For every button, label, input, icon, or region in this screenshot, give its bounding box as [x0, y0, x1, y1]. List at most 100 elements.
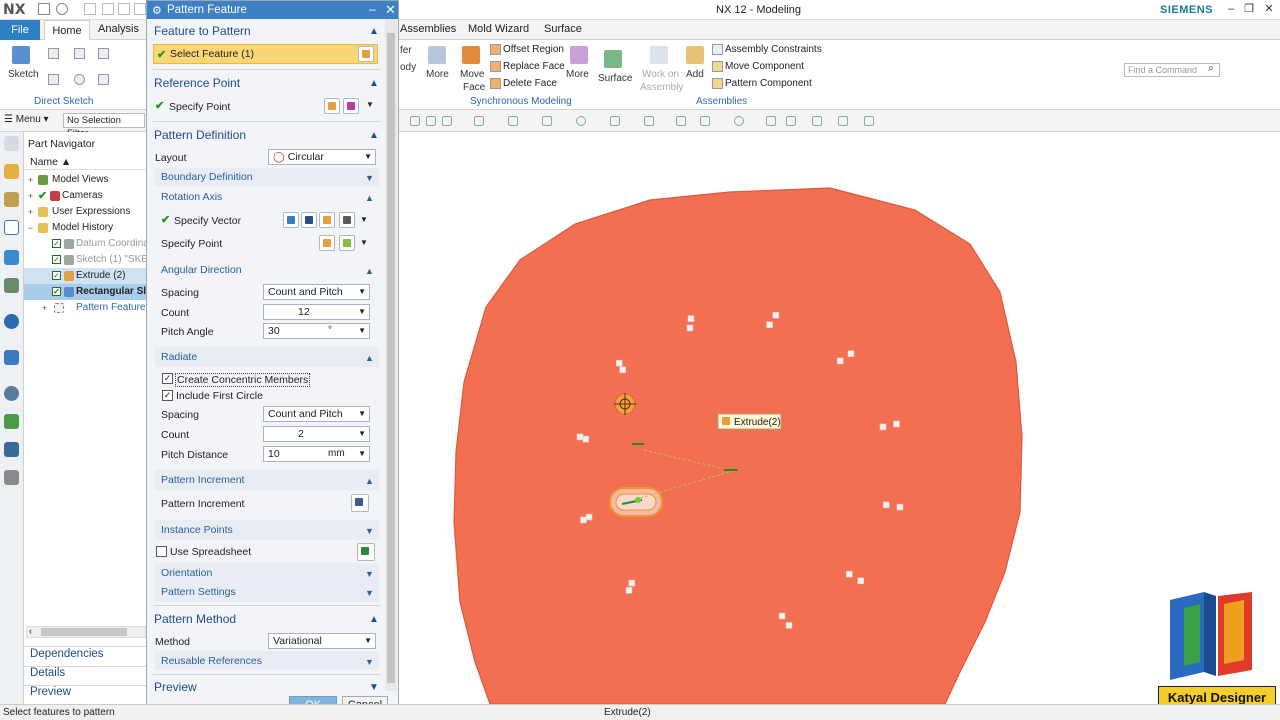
move-face-label-2[interactable]: Face — [463, 82, 485, 93]
minimize-icon[interactable]: – — [1224, 2, 1238, 16]
constraint-navigator-icon[interactable] — [4, 192, 19, 207]
chevron-down-icon[interactable]: ▼ — [369, 682, 379, 693]
palette-icon[interactable] — [4, 414, 19, 429]
tree-item-datum[interactable]: ✓ Datum Coordina — [24, 236, 146, 252]
chevron-up-icon[interactable]: ▲ — [365, 266, 374, 276]
chevron-up-icon[interactable]: ▲ — [365, 193, 374, 203]
reverse-direction-icon[interactable] — [283, 212, 299, 228]
work-on-label-2[interactable]: Assembly — [640, 82, 683, 93]
tab-surface[interactable]: Surface — [544, 23, 582, 35]
pattern-instance-slot[interactable] — [772, 311, 780, 319]
pitch-distance-input[interactable]: 10 mm ▼ — [263, 446, 370, 462]
model-view[interactable]: Extrude(2) — [400, 132, 1280, 704]
system-scenes-icon[interactable] — [4, 470, 19, 485]
dependencies-panel[interactable]: Dependencies — [30, 648, 104, 660]
orientation-header[interactable]: Orientation — [161, 567, 212, 579]
pattern-instance-slot[interactable] — [616, 359, 623, 367]
more-icon[interactable] — [428, 46, 446, 64]
boundary-definition-header[interactable]: Boundary Definition — [161, 171, 253, 183]
include-first-circle-label[interactable]: Include First Circle — [176, 390, 263, 402]
web-browser-icon[interactable] — [4, 314, 19, 329]
pattern-instance-slot[interactable] — [625, 586, 633, 594]
more-button-2[interactable]: More — [566, 69, 589, 80]
delete-face-icon[interactable] — [490, 78, 501, 89]
mid-snap-icon[interactable] — [542, 116, 552, 126]
point-dialog-icon[interactable] — [319, 235, 335, 251]
pattern-instance-slot[interactable] — [836, 357, 844, 365]
radiate-header[interactable]: Radiate — [161, 351, 197, 363]
pattern-instance-slot[interactable] — [785, 622, 793, 629]
arc-icon[interactable] — [48, 74, 59, 85]
feature-to-pattern-header[interactable]: Feature to Pattern — [154, 24, 251, 38]
chevron-down-icon[interactable]: ▼ — [365, 173, 374, 183]
clock-icon[interactable] — [4, 386, 19, 401]
chevron-up-icon[interactable]: ▲ — [369, 130, 379, 141]
use-spreadsheet-checkbox[interactable] — [156, 546, 167, 557]
tab-analysis[interactable]: Analysis — [98, 23, 139, 35]
reference-point-header[interactable]: Reference Point — [154, 76, 240, 90]
save-icon[interactable] — [38, 3, 50, 15]
tree-item-user-expressions[interactable]: + User Expressions — [24, 204, 146, 220]
pattern-instance-slot[interactable] — [619, 366, 626, 374]
search-icon[interactable]: ⌕ — [1208, 63, 1214, 74]
checkbox[interactable]: ✓ — [52, 239, 61, 248]
reusable-references-header[interactable]: Reusable References — [161, 655, 262, 667]
radiate-spacing-combo[interactable]: Count and Pitch ▼ — [263, 406, 370, 422]
chevron-down-icon[interactable]: ▼ — [365, 588, 374, 598]
history-icon[interactable] — [4, 350, 19, 365]
tree-item-sketch[interactable]: ✓ Sketch (1) "SKET — [24, 252, 146, 268]
pattern-instance-slot[interactable] — [857, 577, 865, 585]
chevron-up-icon[interactable]: ▲ — [369, 26, 379, 37]
delete-face-button[interactable]: Delete Face — [503, 78, 557, 89]
surface-icon[interactable] — [604, 50, 622, 68]
spacing-combo[interactable]: Count and Pitch ▼ — [263, 284, 370, 300]
replace-face-icon[interactable] — [490, 61, 501, 72]
inferred-point-icon[interactable] — [339, 235, 355, 251]
move-face-label-1[interactable]: Move — [460, 69, 484, 80]
edge-style-icon[interactable] — [812, 116, 822, 126]
dialog-scrollbar[interactable] — [385, 19, 397, 691]
render-style-icon[interactable] — [786, 116, 796, 126]
cut-icon[interactable] — [102, 3, 114, 15]
more-button-1[interactable]: More — [426, 69, 449, 80]
vector-dialog-icon[interactable] — [301, 212, 317, 228]
tab-mold-wizard[interactable]: Mold Wizard — [468, 23, 529, 35]
pattern-instance-slot[interactable] — [576, 433, 584, 441]
create-concentric-label[interactable]: Create Concentric Members — [175, 373, 311, 387]
rectangle-icon[interactable] — [74, 48, 85, 59]
sketch-icon[interactable] — [12, 46, 30, 64]
pattern-component-button[interactable]: Pattern Component — [725, 78, 812, 89]
disk-body[interactable] — [453, 187, 1023, 704]
scroll-thumb[interactable] — [387, 33, 395, 683]
find-command-input[interactable]: Find a Command — [1124, 63, 1220, 77]
chevron-down-icon[interactable]: ▼ — [360, 238, 368, 247]
pattern-increment-header[interactable]: Pattern Increment — [161, 474, 244, 486]
select-feature-row[interactable]: ✔ Select Feature (1) — [153, 44, 378, 64]
chevron-up-icon[interactable]: ▲ — [365, 476, 374, 486]
paste-icon[interactable] — [134, 3, 146, 15]
inferred-point-icon[interactable] — [343, 98, 359, 114]
chevron-down-icon[interactable]: ▼ — [365, 569, 374, 579]
add-component-icon[interactable] — [686, 46, 704, 64]
quadrant-snap-icon[interactable] — [610, 116, 620, 126]
rotate-view-icon[interactable] — [734, 116, 744, 126]
undo-icon[interactable] — [56, 3, 68, 15]
gear-icon[interactable]: ⚙ — [152, 4, 162, 17]
pattern-instance-slot[interactable] — [766, 321, 773, 328]
work-on-assembly-icon[interactable] — [650, 46, 668, 64]
tree-item-rectangular-slot[interactable]: ✓ Rectangular Slo — [24, 284, 146, 300]
background-icon[interactable] — [838, 116, 848, 126]
expand-icon[interactable]: + — [28, 188, 36, 204]
chevron-down-icon[interactable]: ▼ — [360, 215, 368, 224]
roles-icon[interactable] — [4, 442, 19, 457]
hd3d-icon[interactable] — [4, 278, 19, 293]
pattern-instance-slot[interactable] — [879, 423, 887, 431]
rotation-axis-header[interactable]: Rotation Axis — [161, 191, 222, 203]
tree-item-extrude[interactable]: ✓ Extrude (2) — [24, 268, 146, 284]
tree-item-cameras[interactable]: + ✔ Cameras — [24, 188, 146, 204]
layer-icon[interactable] — [864, 116, 874, 126]
surface-button[interactable]: Surface — [598, 73, 632, 84]
expand-icon[interactable]: + — [28, 204, 36, 220]
point-dialog-icon[interactable] — [324, 98, 340, 114]
preview-header[interactable]: Preview — [154, 680, 197, 694]
